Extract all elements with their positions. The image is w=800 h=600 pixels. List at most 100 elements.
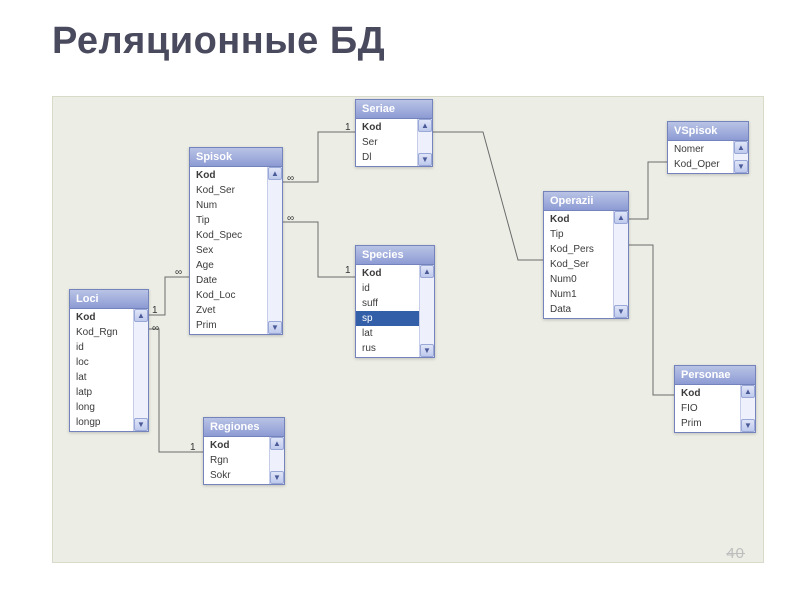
field-item[interactable]: Kod [356, 120, 417, 135]
field-item[interactable]: suff [356, 296, 419, 311]
scroll-up-icon[interactable]: ▲ [268, 167, 282, 180]
cardinality-label: 1 [345, 122, 351, 133]
field-item[interactable]: Prim [675, 416, 740, 431]
field-item[interactable]: Kod_Ser [190, 183, 267, 198]
cardinality-label: 1 [190, 442, 196, 453]
table-title[interactable]: Species [355, 245, 435, 264]
cardinality-label: ∞ [175, 267, 182, 278]
relationship-canvas: 1 ∞ ∞ 1 ∞ 1 ∞ 1 Loci Kod Kod_Rgn id loc … [52, 96, 764, 563]
field-list: Kod id suff sp lat rus [356, 265, 419, 357]
scroll-down-icon[interactable]: ▼ [134, 418, 148, 431]
field-item[interactable]: lat [356, 326, 419, 341]
scroll-up-icon[interactable]: ▲ [270, 437, 284, 450]
field-item[interactable]: Kod [204, 438, 269, 453]
table-regiones[interactable]: Regiones Kod Rgn Sokr ▲ ▼ [203, 417, 285, 485]
table-title[interactable]: Seriae [355, 99, 433, 118]
cardinality-label: ∞ [152, 323, 159, 334]
table-title[interactable]: VSpisok [667, 121, 749, 140]
field-item[interactable]: latp [70, 385, 133, 400]
field-item[interactable]: Data [544, 302, 613, 317]
field-item[interactable]: Kod_Rgn [70, 325, 133, 340]
table-title[interactable]: Regiones [203, 417, 285, 436]
scrollbar[interactable]: ▲ ▼ [417, 119, 432, 166]
scroll-up-icon[interactable]: ▲ [418, 119, 432, 132]
field-item[interactable]: Rgn [204, 453, 269, 468]
scroll-up-icon[interactable]: ▲ [420, 265, 434, 278]
field-item-selected[interactable]: sp [356, 311, 419, 326]
field-item[interactable]: Prim [190, 318, 267, 333]
field-item[interactable]: Kod_Pers [544, 242, 613, 257]
field-item[interactable]: Tip [190, 213, 267, 228]
table-loci[interactable]: Loci Kod Kod_Rgn id loc lat latp long lo… [69, 289, 149, 432]
field-item[interactable]: Kod [70, 310, 133, 325]
slide: Реляционные БД 1 ∞ ∞ 1 [0, 0, 800, 600]
scrollbar[interactable]: ▲ ▼ [133, 309, 148, 431]
field-item[interactable]: Sex [190, 243, 267, 258]
field-item[interactable]: Sokr [204, 468, 269, 483]
scroll-down-icon[interactable]: ▼ [734, 160, 748, 173]
scrollbar[interactable]: ▲ ▼ [613, 211, 628, 318]
field-item[interactable]: Zvet [190, 303, 267, 318]
table-operazii[interactable]: Operazii Kod Tip Kod_Pers Kod_Ser Num0 N… [543, 191, 629, 319]
scrollbar[interactable]: ▲ ▼ [269, 437, 284, 484]
field-list: Nomer Kod_Oper [668, 141, 733, 173]
field-item[interactable]: id [356, 281, 419, 296]
field-item[interactable]: id [70, 340, 133, 355]
field-list: Kod Rgn Sokr [204, 437, 269, 484]
field-item[interactable]: Date [190, 273, 267, 288]
field-item[interactable]: Num1 [544, 287, 613, 302]
scroll-down-icon[interactable]: ▼ [270, 471, 284, 484]
field-list: Kod Ser Dl [356, 119, 417, 166]
scroll-down-icon[interactable]: ▼ [418, 153, 432, 166]
table-title[interactable]: Personae [674, 365, 756, 384]
table-title[interactable]: Loci [69, 289, 149, 308]
field-item[interactable]: Num0 [544, 272, 613, 287]
page-title: Реляционные БД [52, 20, 385, 63]
table-spisok[interactable]: Spisok Kod Kod_Ser Num Tip Kod_Spec Sex … [189, 147, 283, 335]
cardinality-label: ∞ [287, 213, 294, 224]
field-item[interactable]: long [70, 400, 133, 415]
field-item[interactable]: rus [356, 341, 419, 356]
scrollbar[interactable]: ▲ ▼ [733, 141, 748, 173]
field-item[interactable]: Kod_Ser [544, 257, 613, 272]
cardinality-label: 1 [152, 305, 158, 316]
scroll-up-icon[interactable]: ▲ [734, 141, 748, 154]
field-item[interactable]: loc [70, 355, 133, 370]
table-vspisok[interactable]: VSpisok Nomer Kod_Oper ▲ ▼ [667, 121, 749, 174]
field-item[interactable]: Num [190, 198, 267, 213]
field-item[interactable]: Kod_Spec [190, 228, 267, 243]
table-title[interactable]: Operazii [543, 191, 629, 210]
table-personae[interactable]: Personae Kod FIO Prim ▲ ▼ [674, 365, 756, 433]
field-item[interactable]: Kod [675, 386, 740, 401]
field-list: Kod Kod_Ser Num Tip Kod_Spec Sex Age Dat… [190, 167, 267, 334]
table-title[interactable]: Spisok [189, 147, 283, 166]
scroll-up-icon[interactable]: ▲ [741, 385, 755, 398]
scroll-up-icon[interactable]: ▲ [134, 309, 148, 322]
scroll-down-icon[interactable]: ▼ [268, 321, 282, 334]
field-list: Kod FIO Prim [675, 385, 740, 432]
field-item[interactable]: Tip [544, 227, 613, 242]
field-item[interactable]: Kod_Loc [190, 288, 267, 303]
field-item[interactable]: Kod_Oper [668, 157, 733, 172]
scroll-down-icon[interactable]: ▼ [614, 305, 628, 318]
field-item[interactable]: lat [70, 370, 133, 385]
scroll-down-icon[interactable]: ▼ [741, 419, 755, 432]
field-item[interactable]: Kod [356, 266, 419, 281]
field-item[interactable]: FIO [675, 401, 740, 416]
scrollbar[interactable]: ▲ ▼ [419, 265, 434, 357]
field-item[interactable]: Dl [356, 150, 417, 165]
field-item[interactable]: Kod [544, 212, 613, 227]
field-item[interactable]: Nomer [668, 142, 733, 157]
scrollbar[interactable]: ▲ ▼ [740, 385, 755, 432]
scroll-up-icon[interactable]: ▲ [614, 211, 628, 224]
field-item[interactable]: Kod [190, 168, 267, 183]
field-item[interactable]: Ser [356, 135, 417, 150]
field-item[interactable]: Age [190, 258, 267, 273]
scroll-down-icon[interactable]: ▼ [420, 344, 434, 357]
field-list: Kod Tip Kod_Pers Kod_Ser Num0 Num1 Data [544, 211, 613, 318]
scrollbar[interactable]: ▲ ▼ [267, 167, 282, 334]
table-species[interactable]: Species Kod id suff sp lat rus ▲ ▼ [355, 245, 435, 358]
page-number: 40 [726, 545, 745, 562]
field-item[interactable]: longp [70, 415, 133, 430]
table-seriae[interactable]: Seriae Kod Ser Dl ▲ ▼ [355, 99, 433, 167]
